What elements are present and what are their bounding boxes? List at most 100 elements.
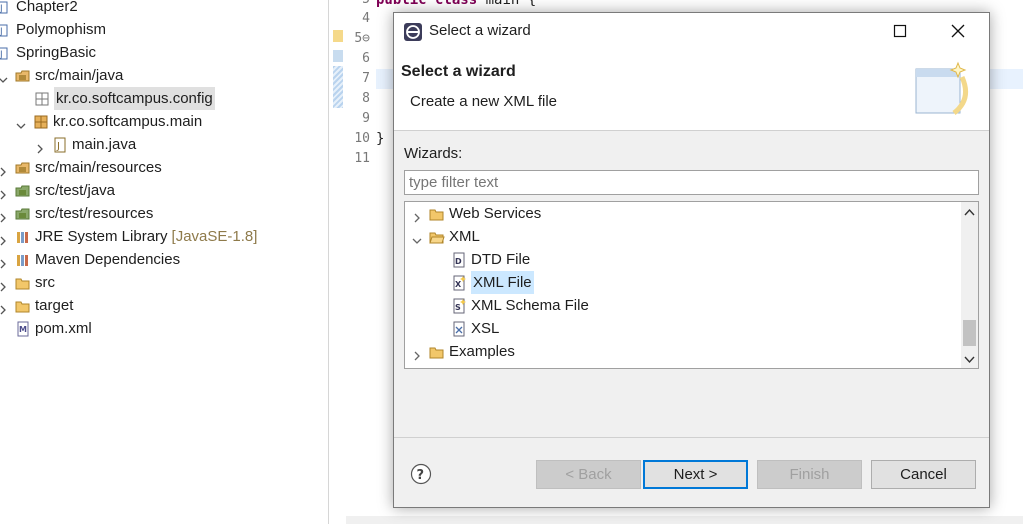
wizards-label: Wizards:: [404, 145, 463, 162]
tree-item-chapter2[interactable]: J Chapter2: [0, 0, 78, 18]
chevron-right-icon[interactable]: [411, 208, 423, 222]
xml-schema-file-icon: S: [451, 298, 467, 314]
wizard-dtd-file[interactable]: D DTD File: [451, 248, 530, 271]
xml-file-icon: X: [451, 275, 467, 291]
horizontal-scrollbar[interactable]: [346, 516, 1023, 524]
new-wizard-banner-icon: [914, 59, 974, 121]
tree-item-pom-xml[interactable]: M pom.xml: [15, 317, 92, 340]
chevron-right-icon[interactable]: [0, 277, 9, 291]
wizard-tree-scrollbar[interactable]: [961, 202, 978, 368]
line-number: 6: [362, 51, 370, 66]
tree-item-label: src/main/java: [35, 67, 124, 84]
maximize-button[interactable]: [877, 13, 923, 49]
tree-item-label: JRE System Library: [35, 228, 168, 245]
close-button[interactable]: [935, 13, 981, 49]
folder-open-icon: [429, 229, 445, 245]
tree-item-package-config[interactable]: kr.co.softcampus.config: [34, 87, 215, 110]
svg-text:J: J: [0, 50, 3, 60]
tree-item-src-main-java[interactable]: src/main/java: [0, 64, 123, 87]
chevron-down-icon[interactable]: [0, 70, 9, 83]
tree-item-src-test-resources[interactable]: src/test/resources: [0, 202, 153, 225]
chevron-down-icon[interactable]: [411, 231, 423, 244]
chevron-right-icon[interactable]: [0, 254, 9, 268]
tree-item-polymophism[interactable]: J Polymophism: [0, 18, 106, 41]
wizard-xml-schema-file[interactable]: S XML Schema File: [451, 294, 589, 317]
chevron-right-icon[interactable]: [0, 162, 9, 176]
empty-package-icon: [34, 91, 50, 107]
tree-item-label: SpringBasic: [16, 44, 97, 61]
chevron-right-icon[interactable]: [0, 208, 9, 222]
line-number: 8: [362, 91, 370, 106]
line-number: 9: [362, 111, 370, 126]
dialog-titlebar[interactable]: Select a wizard: [394, 13, 989, 49]
tree-item-target[interactable]: target: [0, 294, 73, 317]
chevron-right-icon[interactable]: [34, 139, 46, 153]
java-project-icon: J: [0, 22, 12, 38]
scroll-up-icon[interactable]: [964, 205, 975, 216]
cancel-button[interactable]: Cancel: [871, 460, 976, 489]
next-button[interactable]: Next >: [643, 460, 748, 489]
chevron-right-icon[interactable]: [0, 300, 9, 314]
button-bar-separator: [394, 437, 989, 438]
tree-item-label: src: [35, 274, 55, 291]
source-folder-icon: [15, 183, 31, 199]
svg-text:X: X: [455, 280, 462, 289]
java-project-icon: J: [0, 45, 12, 61]
wizard-xsl[interactable]: XSL: [451, 317, 499, 340]
tree-item-src[interactable]: src: [0, 271, 55, 294]
tree-item-springbasic[interactable]: J SpringBasic: [0, 41, 96, 64]
tree-item-label: XML: [449, 228, 480, 245]
svg-text:J: J: [0, 4, 3, 14]
java-file-icon: J: [52, 137, 68, 153]
code-line: public class main {: [376, 0, 536, 10]
wizard-category-web-services[interactable]: Web Services: [411, 202, 541, 225]
tree-item-label: XML Schema File: [471, 297, 589, 314]
tree-item-maven-dependencies[interactable]: Maven Dependencies: [0, 248, 180, 271]
svg-text:M: M: [19, 325, 27, 334]
chevron-right-icon[interactable]: [0, 185, 9, 199]
folder-icon: [15, 275, 31, 291]
tree-item-main-java[interactable]: J main.java: [34, 133, 136, 156]
project-explorer: J Chapter2 J Polymophism J SpringBasic s…: [0, 0, 329, 524]
tree-item-label: Maven Dependencies: [35, 251, 181, 268]
eclipse-icon: [403, 22, 423, 42]
maven-file-icon: M: [15, 321, 31, 337]
source-folder-icon: [15, 160, 31, 176]
tree-item-label: Examples: [449, 343, 515, 360]
tree-item-src-test-java[interactable]: src/test/java: [0, 179, 115, 202]
tree-item-package-main[interactable]: kr.co.softcampus.main: [15, 110, 202, 133]
tree-item-label: target: [35, 297, 74, 314]
wizard-category-xml[interactable]: XML: [411, 225, 480, 248]
svg-text:?: ?: [417, 468, 425, 483]
java-project-icon: J: [0, 0, 12, 15]
chevron-down-icon[interactable]: [15, 116, 27, 129]
folder-icon: [429, 344, 445, 360]
finish-button[interactable]: Finish: [757, 460, 862, 489]
wizard-filter-input[interactable]: [404, 170, 979, 195]
chevron-right-icon[interactable]: [0, 231, 9, 245]
tree-item-label: XML File: [471, 271, 534, 294]
wizard-category-examples[interactable]: Examples: [411, 340, 515, 363]
editor-ruler: [330, 0, 346, 524]
dtd-file-icon: D: [451, 252, 467, 268]
library-icon: [15, 252, 31, 268]
code-text: main {: [477, 0, 537, 8]
select-wizard-dialog: Select a wizard Select a wizard Create a…: [393, 12, 990, 508]
page-description: Create a new XML file: [410, 93, 558, 110]
wizard-tree[interactable]: Web Services XML D DTD File X XML File S…: [404, 201, 979, 369]
wizard-xml-file[interactable]: X XML File: [451, 271, 534, 294]
chevron-right-icon[interactable]: [411, 346, 423, 360]
help-icon[interactable]: ?: [410, 463, 432, 485]
warning-marker-icon[interactable]: [333, 30, 343, 42]
code-line: }: [376, 131, 385, 147]
range-indicator: [333, 66, 343, 108]
scrollbar-thumb[interactable]: [963, 320, 976, 346]
scroll-down-icon[interactable]: [964, 352, 975, 364]
tree-item-jre-library[interactable]: JRE System Library [JavaSE-1.8]: [0, 225, 257, 248]
tree-item-src-main-resources[interactable]: src/main/resources: [0, 156, 162, 179]
folder-icon: [429, 206, 445, 222]
back-button[interactable]: < Back: [536, 460, 641, 489]
svg-text:D: D: [455, 257, 462, 266]
wizard-banner: Select a wizard Create a new XML file: [394, 49, 989, 131]
line-number: 10: [354, 131, 370, 146]
